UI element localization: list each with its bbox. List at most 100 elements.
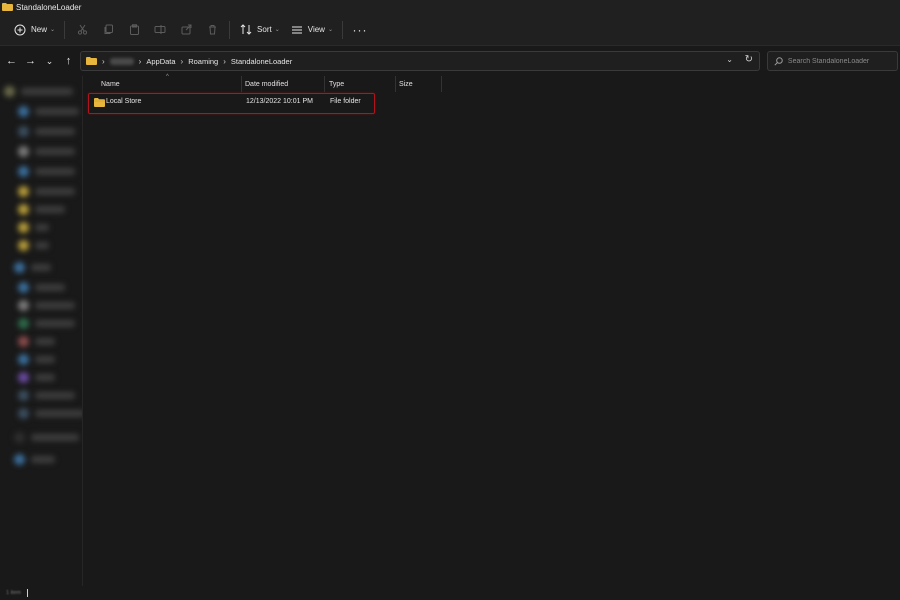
address-bar[interactable]: › › AppData › Roaming › StandaloneLoader… (80, 51, 760, 71)
sidebar-item[interactable] (18, 165, 75, 177)
cut-button[interactable] (69, 19, 95, 41)
column-header-date[interactable]: Date modified (245, 76, 288, 92)
paste-button[interactable] (121, 19, 147, 41)
toolbar-divider (64, 20, 66, 39)
sidebar-item[interactable] (18, 145, 75, 157)
scissors-icon (77, 24, 87, 35)
table-row[interactable]: Local Store 12/13/2022 10:01 PM File fol… (88, 93, 375, 114)
sidebar-item[interactable] (18, 371, 55, 383)
arrow-right-icon: → (25, 55, 36, 67)
folder-icon (86, 57, 97, 65)
breadcrumb-user-redacted[interactable] (109, 57, 134, 65)
copy-icon (104, 24, 113, 34)
file-date-modified: 12/13/2022 10:01 PM (246, 98, 313, 105)
refresh-icon[interactable]: ↻ (745, 54, 753, 65)
file-list: ^ Name Date modified Type Size Local Sto… (84, 74, 900, 586)
sidebar-item[interactable] (18, 105, 79, 117)
share-button[interactable] (173, 19, 199, 41)
more-icon: ··· (352, 22, 368, 37)
sidebar-item[interactable] (18, 185, 75, 197)
up-button[interactable]: ↑ (59, 50, 78, 72)
sidebar-item[interactable] (14, 261, 51, 273)
file-type: File folder (330, 98, 361, 105)
sort-button[interactable]: Sort ⌄ (234, 19, 285, 41)
sidebar-item[interactable] (18, 125, 75, 137)
view-list-icon (290, 23, 304, 37)
toolbar-divider (341, 20, 343, 39)
sidebar-item[interactable] (18, 239, 49, 251)
rename-button[interactable] (147, 19, 173, 41)
sidebar-item[interactable] (14, 431, 79, 443)
plus-circle-icon (13, 23, 27, 37)
column-name-label: Name (101, 80, 120, 88)
sort-ascending-icon: ^ (166, 74, 169, 80)
navigation-pane (0, 76, 83, 586)
column-header-size[interactable]: Size (399, 76, 413, 92)
view-label: View (307, 25, 325, 34)
status-bar: 1 item (0, 586, 900, 600)
arrow-left-icon: ← (6, 55, 17, 67)
item-count: 1 item (6, 590, 21, 596)
sidebar-item[interactable] (18, 281, 65, 293)
sort-icon (239, 23, 253, 37)
window-title: StandaloneLoader (16, 2, 82, 12)
sidebar-item[interactable] (18, 389, 75, 401)
sidebar-item[interactable] (18, 317, 75, 329)
column-divider[interactable] (395, 76, 396, 92)
rename-icon (154, 25, 166, 34)
sort-label: Sort (257, 25, 272, 34)
toolbar-divider (229, 20, 231, 39)
column-date-label: Date modified (245, 80, 289, 88)
status-divider (26, 589, 28, 597)
share-icon (181, 24, 192, 35)
breadcrumb-separator: › (138, 56, 142, 66)
trash-icon (208, 25, 216, 35)
folder-icon (94, 98, 105, 107)
column-header-type[interactable]: Type (329, 76, 344, 92)
chevron-down-icon: ⌄ (45, 55, 54, 66)
breadcrumb-standaloneloader[interactable]: StandaloneLoader (231, 57, 292, 66)
chevron-down-icon: ⌄ (50, 27, 56, 33)
breadcrumb-separator: › (223, 56, 226, 66)
sidebar-item[interactable] (18, 221, 49, 233)
breadcrumb-separator: › (102, 56, 105, 66)
breadcrumb-roaming[interactable]: Roaming (188, 57, 218, 66)
sidebar-item[interactable] (18, 407, 82, 419)
chevron-down-icon: ⌄ (274, 27, 280, 33)
column-divider[interactable] (324, 76, 325, 92)
back-button[interactable]: ← (2, 50, 21, 72)
search-input[interactable] (787, 57, 897, 65)
sidebar-item[interactable] (18, 203, 65, 215)
file-name: Local Store (106, 98, 142, 105)
column-header-name[interactable]: Name (101, 76, 120, 92)
search-icon (774, 56, 783, 66)
new-label: New (31, 25, 48, 34)
view-button[interactable]: View ⌄ (285, 19, 338, 41)
delete-button[interactable] (199, 19, 225, 41)
column-divider[interactable] (241, 76, 242, 92)
sidebar-item[interactable] (18, 335, 55, 347)
chevron-down-icon[interactable]: ⌄ (726, 55, 733, 64)
more-options-button[interactable]: ··· (347, 19, 373, 41)
column-divider[interactable] (441, 76, 442, 92)
title-bar: StandaloneLoader (0, 0, 900, 14)
forward-button[interactable]: → (21, 50, 40, 72)
breadcrumb-separator: › (180, 56, 184, 66)
command-bar: New ⌄ Sort ⌄ View ⌄ ··· (0, 14, 900, 46)
chevron-down-icon: ⌄ (327, 27, 333, 33)
breadcrumb-appdata[interactable]: AppData (146, 57, 175, 66)
sidebar-item[interactable] (4, 85, 73, 97)
recent-locations-button[interactable]: ⌄ (40, 50, 59, 72)
column-type-label: Type (329, 80, 345, 88)
arrow-up-icon: ↑ (65, 55, 72, 67)
column-size-label: Size (399, 80, 413, 88)
navigation-row: ← → ⌄ ↑ › › AppData › Roaming › Standalo… (0, 46, 900, 76)
folder-icon (2, 3, 13, 11)
clipboard-icon (129, 24, 139, 35)
search-box[interactable] (767, 51, 898, 71)
new-button[interactable]: New ⌄ (8, 19, 60, 41)
sidebar-item[interactable] (18, 299, 75, 311)
copy-button[interactable] (95, 19, 121, 41)
sidebar-item[interactable] (18, 353, 55, 365)
sidebar-item[interactable] (14, 453, 55, 465)
